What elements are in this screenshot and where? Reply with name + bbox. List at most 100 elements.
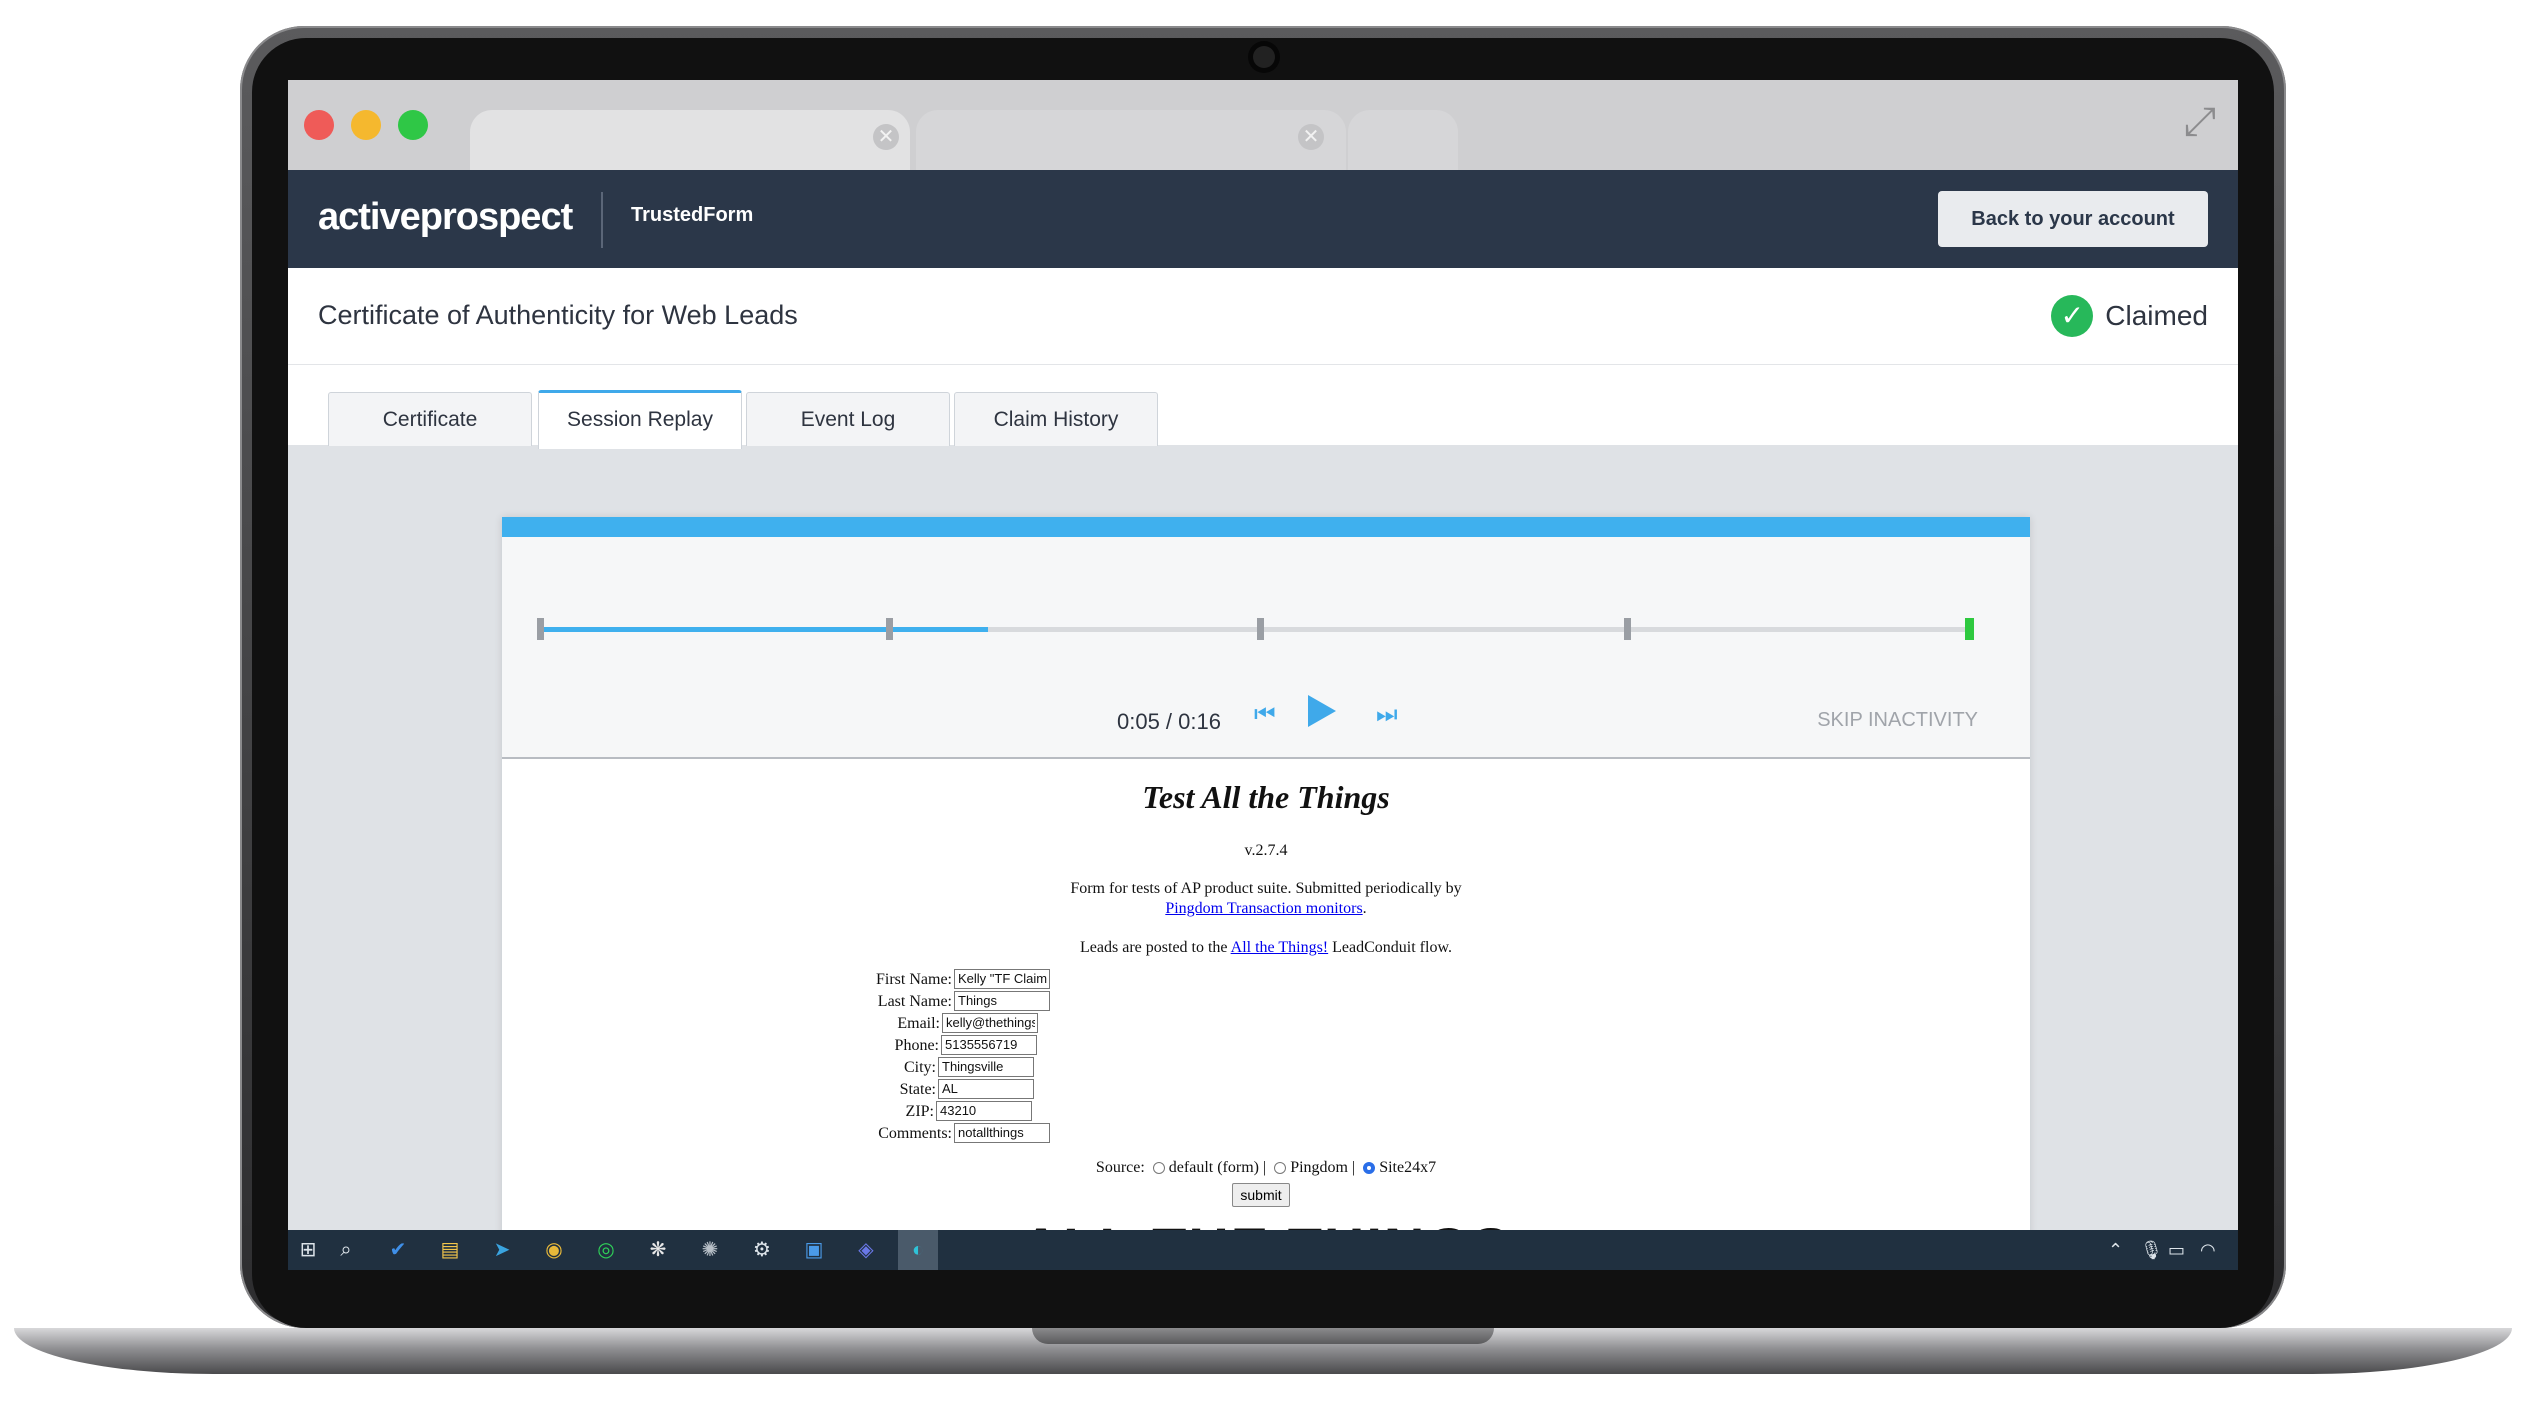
close-window-dot[interactable] [304,110,334,140]
search-icon[interactable]: ⌕ [332,1236,360,1264]
browser-chrome: ✕ ✕ ⤢ [288,80,2238,170]
page-title: Certificate of Authenticity for Web Lead… [318,300,798,330]
tab-session-replay[interactable]: Session Replay [538,390,742,449]
screen: ✕ ✕ ⤢ activeprospect TrustedForm Back to… [288,80,2238,1270]
zip-input[interactable] [936,1101,1032,1121]
wifi-icon[interactable]: ◠ [2200,1236,2216,1264]
tab-bar: Certificate Session Replay Event Log Cla… [288,365,2238,449]
last-name-row: Last Name: [502,991,2030,1013]
settings-icon[interactable]: ⚙ [748,1236,776,1264]
app-icon-2[interactable]: ✺ [696,1236,724,1264]
minimize-window-dot[interactable] [351,110,381,140]
playback-time: 0:05 / 0:16 [1117,709,1221,734]
telegram-icon[interactable]: ➤ [488,1236,516,1264]
phone-input[interactable] [941,1035,1037,1055]
battery-icon[interactable]: ▭ [2168,1236,2185,1264]
file-explorer-icon[interactable]: ▤ [436,1236,464,1264]
form-leads-note: Leads are posted to the All the Things! … [502,939,2030,957]
tab-certificate[interactable]: Certificate [328,392,532,446]
phone-label: Phone: [894,1037,939,1054]
edge-icon[interactable]: ◐ [898,1230,938,1270]
zip-row: ZIP: [502,1101,2030,1123]
tab-event-log[interactable]: Event Log [746,392,950,446]
comments-row: Comments: [502,1123,2030,1145]
timeline-marker[interactable] [537,618,544,640]
city-label: City: [903,1059,936,1076]
source-row: Source: default (form) | Pingdom | Site2… [502,1159,2030,1177]
pingdom-link[interactable]: Pingdom Transaction monitors [1165,900,1362,917]
zip-label: ZIP: [905,1103,934,1120]
teams-icon[interactable]: ◈ [852,1236,880,1264]
leads-text-pre: Leads are posted to the [1080,939,1228,956]
chrome-icon[interactable]: ◉ [540,1236,568,1264]
form-description: Form for tests of AP product suite. Subm… [502,879,2030,919]
browser-tab-2[interactable] [916,110,1346,170]
tab-close-icon[interactable]: ✕ [1298,124,1324,150]
replay-viewport: Test All the Things v.2.7.4 Form for tes… [502,759,2030,1270]
comments-label: Comments: [878,1125,952,1142]
claimed-label: Claimed [2105,300,2208,331]
source-option-site24x7: Site24x7 [1379,1159,1437,1176]
last-name-input[interactable] [954,991,1050,1011]
timeline-progress [540,627,989,632]
photos-icon[interactable]: ▣ [800,1236,828,1264]
back-to-account-button[interactable]: Back to your account [1938,191,2208,247]
microphone-icon[interactable]: 🎙 [2140,1236,2163,1264]
windows-taskbar: ⊞ ⌕ ✔ ▤ ➤ ◉ ◎ ❋ ✺ ⚙ ▣ ◈ ◐ ⌃ 🎙 ▭ ◠ [288,1230,2238,1270]
timeline-marker[interactable] [886,618,893,640]
source-radio-site24x7[interactable] [1363,1162,1376,1175]
state-row: State: [502,1079,2030,1101]
skip-back-icon[interactable]: ⏮ [1254,701,1276,729]
timeline-end-marker[interactable] [1965,618,1974,640]
city-input[interactable] [938,1057,1034,1077]
state-label: State: [899,1081,936,1098]
skip-forward-icon[interactable]: ⏭ [1376,701,1398,729]
play-icon[interactable] [1308,695,1336,727]
player-top-bar [502,517,2030,537]
email-label: Email: [897,1015,940,1032]
new-tab-button[interactable] [1348,110,1458,170]
form-version: v.2.7.4 [1244,842,1288,859]
first-name-input[interactable] [954,969,1050,989]
source-label: Source: [1095,1159,1145,1176]
timeline-marker[interactable] [1624,618,1631,640]
session-replay-player: 0:05 / 0:16 ⏮ ⏭ SKIP INACTIVITY Test All… [502,517,2030,1270]
header-divider [601,192,603,248]
source-radio-default[interactable] [1152,1162,1165,1175]
comments-input[interactable] [954,1123,1050,1143]
first-name-label: First Name: [876,971,952,988]
all-the-things-link[interactable]: All the Things! [1231,939,1328,956]
chevron-up-icon[interactable]: ⌃ [2108,1236,2123,1264]
camera-icon [1253,46,1275,68]
app-icon[interactable]: ❋ [644,1236,672,1264]
submit-button[interactable]: submit [1232,1183,1290,1207]
last-name-label: Last Name: [877,993,952,1010]
app-header: activeprospect TrustedForm Back to your … [288,170,2238,268]
check-circle-icon: ✓ [2051,295,2094,337]
claimed-status: ✓ Claimed [2051,294,2208,338]
source-radio-pingdom[interactable] [1274,1162,1287,1175]
email-input[interactable] [942,1013,1038,1033]
email-row: Email: [502,1013,2030,1035]
product-name: TrustedForm [631,204,754,226]
expand-icon[interactable]: ⤢ [2184,100,2216,145]
timeline-marker[interactable] [1257,618,1264,640]
tab-claim-history[interactable]: Claim History [954,392,1158,446]
timeline-track[interactable] [537,618,1974,640]
leads-text-post: LeadConduit flow. [1332,939,1452,956]
laptop-notch [1032,1328,1494,1344]
tab-close-icon[interactable]: ✕ [873,124,899,150]
first-name-row: First Name: [502,969,2030,991]
skip-inactivity-toggle[interactable]: SKIP INACTIVITY [1817,709,1978,732]
phone-row: Phone: [502,1035,2030,1057]
activeprospect-logo: activeprospect [318,196,573,238]
browser-tab[interactable] [470,110,910,170]
spotify-icon[interactable]: ◎ [592,1236,620,1264]
source-option-pingdom: Pingdom | [1290,1159,1356,1176]
todo-icon[interactable]: ✔ [384,1236,412,1264]
certificate-titlebar: Certificate of Authenticity for Web Lead… [288,268,2238,365]
windows-icon[interactable]: ⊞ [294,1236,322,1264]
state-input[interactable] [938,1079,1034,1099]
maximize-window-dot[interactable] [398,110,428,140]
form-title: Test All the Things [1142,779,1390,815]
